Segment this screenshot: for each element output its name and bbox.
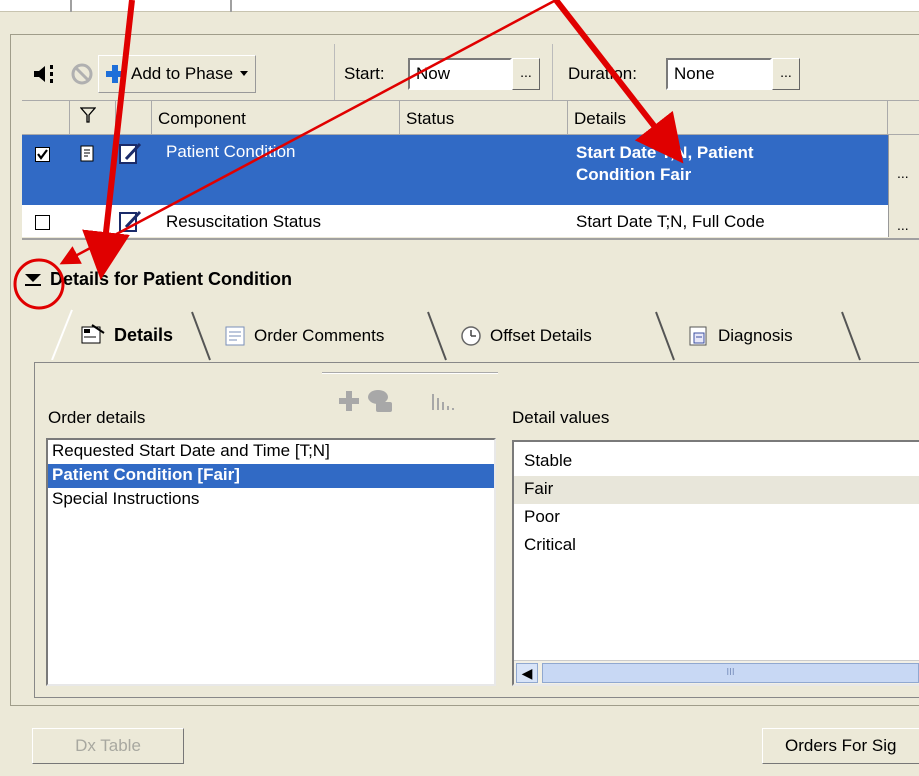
annotation-overlay	[13, 0, 684, 310]
annotation-arrow	[59, 0, 557, 265]
annotation-circle	[13, 258, 65, 310]
annotation-arrow	[553, 0, 684, 164]
